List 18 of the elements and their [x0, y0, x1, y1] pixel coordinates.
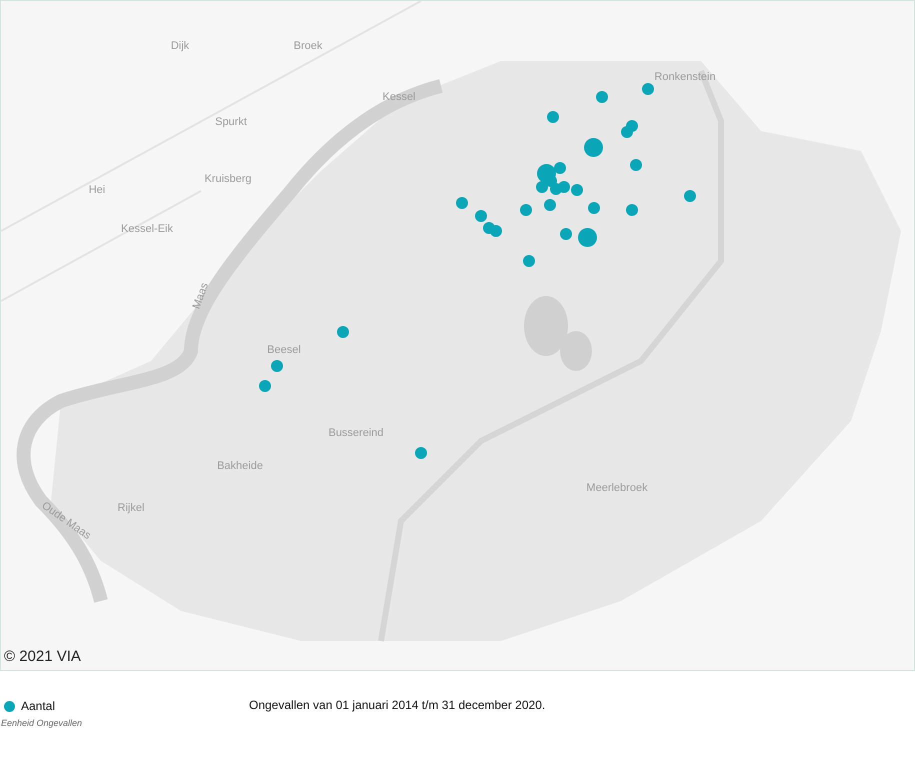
place-label: Kessel [382, 90, 416, 105]
place-label: Dijk [170, 38, 190, 54]
place-label: Rijkel [118, 500, 144, 516]
place-label: Broek [294, 38, 322, 54]
place-label: Beesel [267, 342, 301, 358]
place-label: Bussereind [328, 426, 384, 441]
legend-label: Aantal [21, 698, 56, 715]
place-label: Maas [190, 280, 212, 312]
place-label: Meerlebroek [586, 480, 648, 496]
place-label: Kessel-Eik [121, 222, 173, 237]
place-label: Kruisberg [204, 172, 252, 187]
place-label: Spurkt [215, 114, 247, 130]
legend-unit: Eenheid Ongevallen [1, 717, 82, 730]
place-label: Bakheide [217, 458, 263, 474]
place-label: Ronkenstein [654, 70, 716, 85]
copyright-text: © 2021 VIA [4, 646, 81, 666]
place-label: Hei [88, 182, 106, 198]
map-caption: Ongevallen van 01 januari 2014 t/m 31 december 2020. [249, 697, 546, 714]
